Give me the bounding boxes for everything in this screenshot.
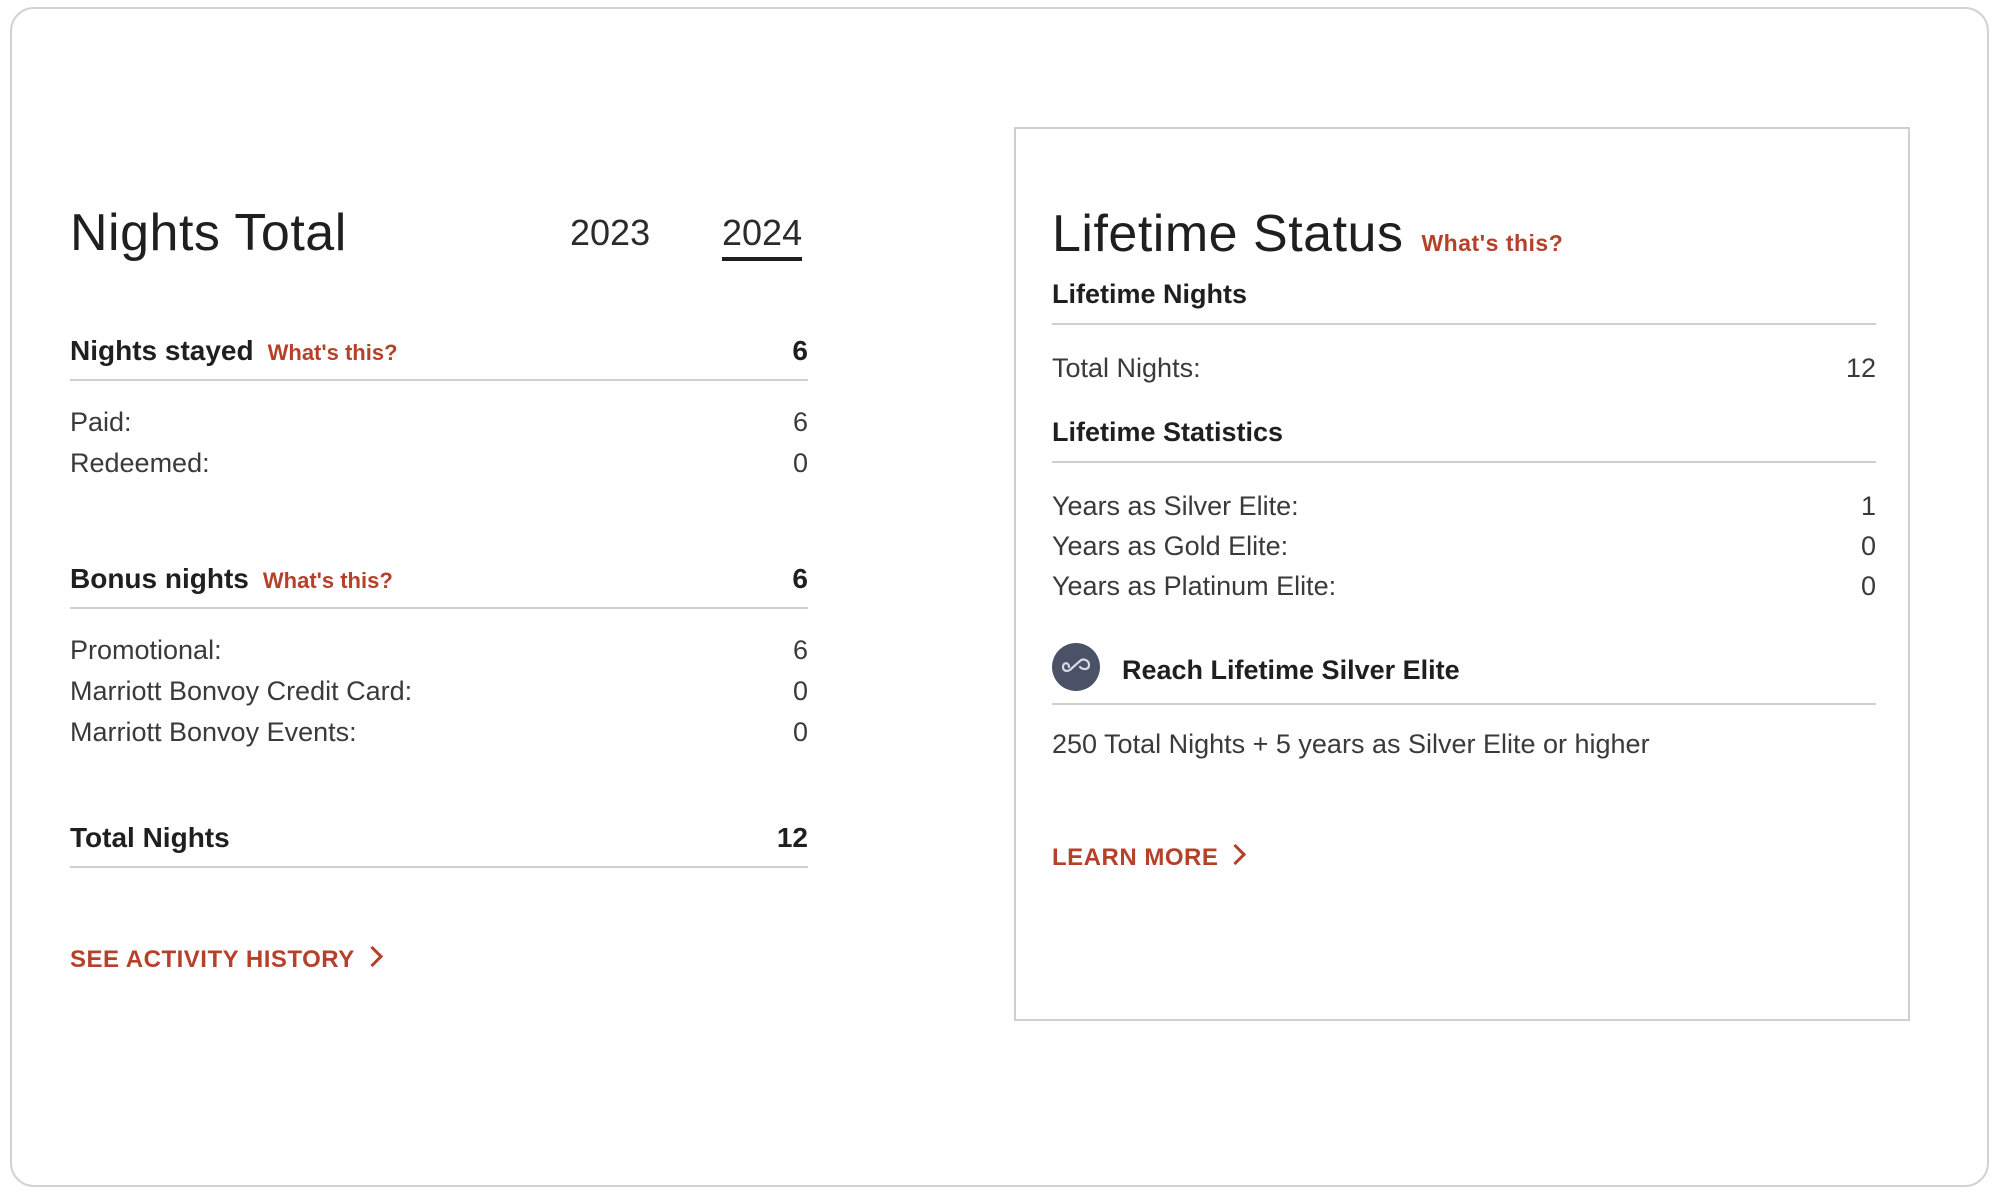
- row-value: 6: [792, 407, 808, 437]
- chevron-right-icon: [1225, 843, 1247, 866]
- list-item: Marriott Bonvoy Credit Card: 0: [70, 672, 808, 713]
- chevron-right-icon: [361, 945, 383, 968]
- row-label: Years as Gold Elite:: [1052, 531, 1289, 561]
- row-value: 0: [792, 676, 808, 706]
- lifetime-status-header: Lifetime Status What's this?: [1052, 199, 1876, 269]
- row-label: Paid:: [70, 407, 132, 437]
- bonus-nights-rows: Promotional: 6 Marriott Bonvoy Credit Ca…: [70, 609, 808, 754]
- nights-stayed-header: Nights stayed What's this? 6: [70, 327, 808, 381]
- learn-more-link[interactable]: LEARN MORE: [1052, 843, 1247, 872]
- list-item: Paid: 6: [70, 403, 808, 444]
- bonus-nights-value: 6: [792, 563, 808, 594]
- list-item: Years as Silver Elite: 1: [1052, 487, 1876, 527]
- nights-stayed-label: Nights stayed: [70, 335, 254, 366]
- lifetime-goal-label: Reach Lifetime Silver Elite: [1122, 655, 1460, 685]
- row-label: Marriott Bonvoy Events:: [70, 717, 357, 747]
- bonus-nights-header: Bonus nights What's this? 6: [70, 555, 808, 609]
- row-label: Marriott Bonvoy Credit Card:: [70, 676, 413, 706]
- lifetime-status-whats-this-link[interactable]: What's this?: [1421, 230, 1563, 256]
- row-label: Years as Silver Elite:: [1052, 491, 1299, 521]
- lifetime-statistics-header: Lifetime Statistics: [1052, 411, 1876, 463]
- infinity-icon: [1052, 643, 1100, 691]
- list-item: Years as Platinum Elite: 0: [1052, 567, 1876, 607]
- row-value: 0: [792, 448, 808, 478]
- row-label: Redeemed:: [70, 448, 210, 478]
- list-item: Years as Gold Elite: 0: [1052, 527, 1876, 567]
- row-label: Total Nights:: [1052, 353, 1201, 383]
- row-value: 0: [1860, 571, 1876, 601]
- bonus-nights-label: Bonus nights: [70, 563, 249, 594]
- lifetime-statistics-label: Lifetime Statistics: [1052, 417, 1284, 447]
- list-item: Redeemed: 0: [70, 444, 808, 485]
- lifetime-nights-label: Lifetime Nights: [1052, 279, 1248, 309]
- nights-stayed-rows: Paid: 6 Redeemed: 0: [70, 381, 808, 485]
- total-nights-label: Total Nights: [70, 822, 230, 853]
- nights-total-title: Nights Total: [70, 204, 347, 262]
- total-nights-value: 12: [776, 822, 808, 853]
- lifetime-status-panel: Lifetime Status What's this? Lifetime Nig…: [1014, 127, 1910, 1021]
- learn-more-label: LEARN MORE: [1052, 844, 1219, 871]
- nights-total-panel: Nights Total 2023 2024 Nights stayed What…: [70, 197, 808, 974]
- lifetime-statistics-rows: Years as Silver Elite: 1 Years as Gold E…: [1052, 463, 1876, 607]
- row-label: Promotional:: [70, 635, 222, 665]
- card-frame: Nights Total 2023 2024 Nights stayed What…: [10, 7, 1989, 1187]
- row-label: Years as Platinum Elite:: [1052, 571, 1337, 601]
- row-value: 12: [1845, 353, 1876, 383]
- lifetime-goal-header: Reach Lifetime Silver Elite: [1052, 643, 1876, 705]
- see-activity-history-link[interactable]: SEE ACTIVITY HISTORY: [70, 945, 383, 974]
- total-nights-row: Total Nights 12: [70, 814, 808, 868]
- nights-total-header: Nights Total 2023 2024: [70, 197, 808, 277]
- bonus-nights-whats-this-link[interactable]: What's this?: [263, 568, 393, 593]
- list-item: Marriott Bonvoy Events: 0: [70, 713, 808, 754]
- tab-year-2023[interactable]: 2023: [570, 215, 650, 251]
- lifetime-goal-description: 250 Total Nights + 5 years as Silver Eli…: [1052, 729, 1650, 759]
- row-value: 1: [1860, 491, 1876, 521]
- row-value: 0: [1860, 531, 1876, 561]
- list-item: Total Nights: 12: [1052, 349, 1876, 389]
- nights-stayed-whats-this-link[interactable]: What's this?: [268, 340, 398, 365]
- row-value: 0: [792, 717, 808, 747]
- see-activity-history-label: SEE ACTIVITY HISTORY: [70, 946, 355, 973]
- row-value: 6: [792, 635, 808, 665]
- lifetime-nights-header: Lifetime Nights: [1052, 273, 1876, 325]
- lifetime-status-title: Lifetime Status: [1052, 205, 1404, 263]
- list-item: Promotional: 6: [70, 631, 808, 672]
- tab-year-2024[interactable]: 2024: [722, 215, 803, 261]
- lifetime-nights-rows: Total Nights: 12: [1052, 325, 1876, 389]
- nights-stayed-value: 6: [792, 335, 808, 366]
